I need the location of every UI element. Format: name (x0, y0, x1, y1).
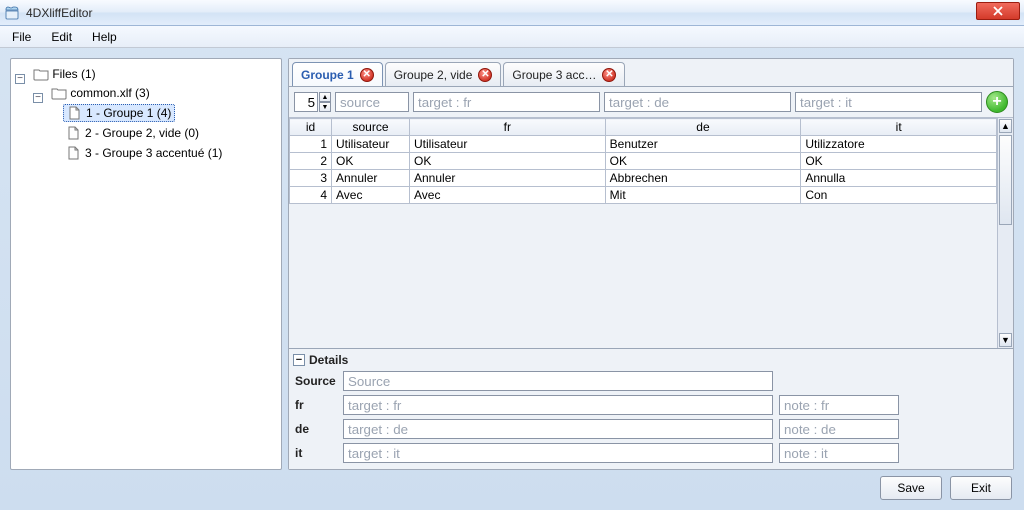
cell-id[interactable]: 4 (290, 187, 332, 204)
tab-close-icon[interactable]: ✕ (478, 68, 492, 82)
quick-id-input[interactable] (294, 92, 318, 112)
tree-group-label: 2 - Groupe 2, vide (0) (85, 126, 199, 140)
table-row[interactable]: 2OKOKOKOK (290, 153, 997, 170)
app-icon (4, 5, 20, 21)
tab-label: Groupe 3 acc… (512, 68, 596, 82)
cell-de[interactable]: OK (605, 153, 801, 170)
tab-close-icon[interactable]: ✕ (602, 68, 616, 82)
tree-root-label: Files (1) (52, 67, 95, 81)
tree-root[interactable]: Files (1) (30, 66, 98, 82)
detail-label-fr: fr (295, 398, 337, 412)
file-icon (66, 126, 82, 140)
folder-icon (33, 67, 49, 81)
folder-icon (51, 86, 67, 100)
cell-source[interactable]: Annuler (332, 170, 410, 187)
grid-scrollbar[interactable]: ▲ ▼ (997, 118, 1013, 348)
tab-label: Groupe 2, vide (394, 68, 473, 82)
exit-button[interactable]: Exit (950, 476, 1012, 500)
save-button[interactable]: Save (880, 476, 942, 500)
quick-source-input[interactable] (335, 92, 409, 112)
tab[interactable]: Groupe 1 ✕ (292, 62, 383, 86)
detail-fr-target[interactable] (343, 395, 773, 415)
cell-source[interactable]: Avec (332, 187, 410, 204)
detail-label-source: Source (295, 374, 337, 388)
cell-id[interactable]: 2 (290, 153, 332, 170)
footer: Save Exit (10, 470, 1014, 500)
table-row[interactable]: 4AvecAvecMitCon (290, 187, 997, 204)
col-fr[interactable]: fr (410, 119, 606, 136)
detail-label-de: de (295, 422, 337, 436)
editor-panel: Groupe 1 ✕ Groupe 2, vide ✕ Groupe 3 acc… ✕ ▲… (288, 58, 1014, 470)
tree-group[interactable]: 2 - Groupe 2, vide (0) (63, 125, 202, 141)
menu-help[interactable]: Help (82, 28, 127, 46)
cell-source[interactable]: Utilisateur (332, 136, 410, 153)
cell-fr[interactable]: OK (410, 153, 606, 170)
cell-fr[interactable]: Avec (410, 187, 606, 204)
table-row[interactable]: 1UtilisateurUtilisateurBenutzerUtilizzat… (290, 136, 997, 153)
tree-group[interactable]: 1 - Groupe 1 (4) (63, 104, 175, 122)
tab[interactable]: Groupe 2, vide ✕ (385, 62, 502, 86)
file-tree[interactable]: − Files (1) − (10, 58, 282, 470)
detail-fr-note[interactable] (779, 395, 899, 415)
cell-it[interactable]: OK (801, 153, 997, 170)
quick-add-row: ▲ ▼ + (289, 87, 1013, 117)
tree-group-label: 3 - Groupe 3 accentué (1) (85, 146, 222, 160)
details-title: Details (309, 353, 348, 367)
tree-file-label: common.xlf (3) (70, 86, 149, 100)
scroll-up[interactable]: ▲ (999, 119, 1012, 133)
cell-source[interactable]: OK (332, 153, 410, 170)
cell-de[interactable]: Abbrechen (605, 170, 801, 187)
cell-id[interactable]: 1 (290, 136, 332, 153)
cell-it[interactable]: Utilizzatore (801, 136, 997, 153)
detail-de-note[interactable] (779, 419, 899, 439)
tab[interactable]: Groupe 3 acc… ✕ (503, 62, 625, 86)
col-it[interactable]: it (801, 119, 997, 136)
window-title: 4DXliffEditor (26, 6, 92, 20)
file-icon (67, 106, 83, 120)
menu-bar: File Edit Help (0, 26, 1024, 48)
cell-fr[interactable]: Annuler (410, 170, 606, 187)
details-panel: − Details Source fr de (289, 348, 1013, 469)
cell-de[interactable]: Benutzer (605, 136, 801, 153)
tab-label: Groupe 1 (301, 68, 354, 82)
file-icon (66, 146, 82, 160)
detail-it-note[interactable] (779, 443, 899, 463)
tab-bar: Groupe 1 ✕ Groupe 2, vide ✕ Groupe 3 acc… ✕ (289, 59, 1013, 86)
detail-de-target[interactable] (343, 419, 773, 439)
tree-group[interactable]: 3 - Groupe 3 accentué (1) (63, 145, 225, 161)
col-de[interactable]: de (605, 119, 801, 136)
quick-id-up[interactable]: ▲ (319, 92, 331, 102)
quick-id-down[interactable]: ▼ (319, 102, 331, 112)
menu-edit[interactable]: Edit (41, 28, 82, 46)
translation-grid[interactable]: id source fr de it 1UtilisateurUtilisate… (289, 118, 997, 348)
window-close-button[interactable] (976, 2, 1020, 20)
table-row[interactable]: 3AnnulerAnnulerAbbrechenAnnulla (290, 170, 997, 187)
cell-de[interactable]: Mit (605, 187, 801, 204)
detail-source-input[interactable] (343, 371, 773, 391)
cell-fr[interactable]: Utilisateur (410, 136, 606, 153)
tree-toggle[interactable]: − (33, 93, 43, 103)
cell-it[interactable]: Annulla (801, 170, 997, 187)
cell-it[interactable]: Con (801, 187, 997, 204)
col-id[interactable]: id (290, 119, 332, 136)
quick-it-input[interactable] (795, 92, 982, 112)
cell-id[interactable]: 3 (290, 170, 332, 187)
tree-file[interactable]: common.xlf (3) (48, 85, 152, 101)
tab-close-icon[interactable]: ✕ (360, 68, 374, 82)
title-bar: 4DXliffEditor (0, 0, 1024, 26)
scroll-down[interactable]: ▼ (999, 333, 1012, 347)
details-collapse[interactable]: − (293, 354, 305, 366)
quick-de-input[interactable] (604, 92, 791, 112)
scroll-thumb[interactable] (999, 135, 1012, 225)
tree-group-label: 1 - Groupe 1 (4) (86, 106, 171, 120)
tree-toggle[interactable]: − (15, 74, 25, 84)
menu-file[interactable]: File (2, 28, 41, 46)
quick-add-button[interactable]: + (986, 91, 1008, 113)
quick-fr-input[interactable] (413, 92, 600, 112)
col-source[interactable]: source (332, 119, 410, 136)
detail-it-target[interactable] (343, 443, 773, 463)
detail-label-it: it (295, 446, 337, 460)
